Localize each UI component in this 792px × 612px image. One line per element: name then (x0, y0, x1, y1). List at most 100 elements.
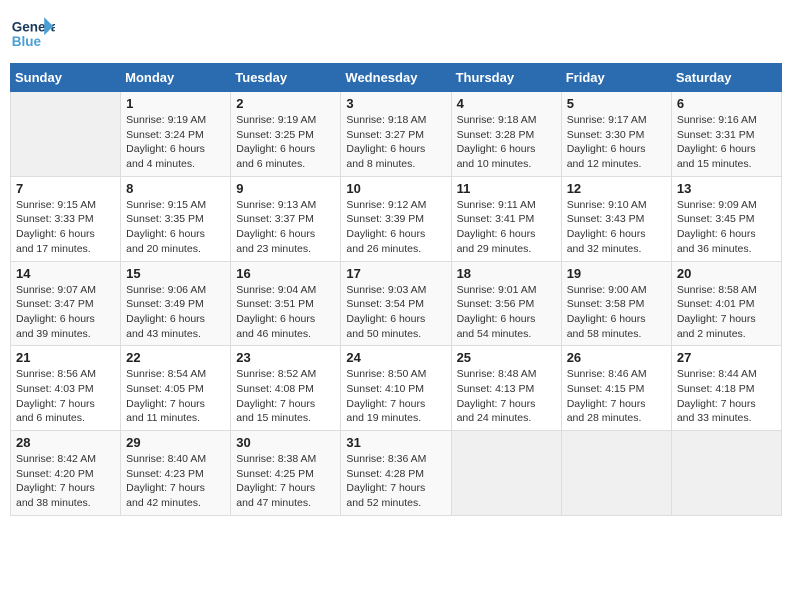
day-number: 15 (126, 266, 225, 281)
day-number: 13 (677, 181, 776, 196)
day-number: 26 (567, 350, 666, 365)
day-cell: 10 Sunrise: 9:12 AMSunset: 3:39 PMDayligh… (341, 176, 451, 261)
logo-icon: General Blue (10, 10, 55, 55)
day-cell: 23 Sunrise: 8:52 AMSunset: 4:08 PMDayligh… (231, 346, 341, 431)
day-info: Sunrise: 8:42 AMSunset: 4:20 PMDaylight:… (16, 452, 115, 511)
day-cell (11, 92, 121, 177)
day-info: Sunrise: 8:52 AMSunset: 4:08 PMDaylight:… (236, 367, 335, 426)
day-info: Sunrise: 8:54 AMSunset: 4:05 PMDaylight:… (126, 367, 225, 426)
day-info: Sunrise: 9:00 AMSunset: 3:58 PMDaylight:… (567, 283, 666, 342)
day-info: Sunrise: 9:12 AMSunset: 3:39 PMDaylight:… (346, 198, 445, 257)
day-number: 12 (567, 181, 666, 196)
day-info: Sunrise: 9:15 AMSunset: 3:33 PMDaylight:… (16, 198, 115, 257)
day-number: 25 (457, 350, 556, 365)
day-number: 30 (236, 435, 335, 450)
day-number: 22 (126, 350, 225, 365)
day-cell: 12 Sunrise: 9:10 AMSunset: 3:43 PMDayligh… (561, 176, 671, 261)
day-cell: 1Sunrise: 9:19 AMSunset: 3:24 PMDaylight… (121, 92, 231, 177)
day-number: 9 (236, 181, 335, 196)
day-cell: 5 Sunrise: 9:17 AMSunset: 3:30 PMDaylight… (561, 92, 671, 177)
day-cell: 14 Sunrise: 9:07 AMSunset: 3:47 PMDayligh… (11, 261, 121, 346)
day-number: 1 (126, 96, 225, 111)
day-info: Sunrise: 9:03 AMSunset: 3:54 PMDaylight:… (346, 283, 445, 342)
week-row-5: 28Sunrise: 8:42 AMSunset: 4:20 PMDayligh… (11, 431, 782, 516)
day-info: Sunrise: 8:58 AMSunset: 4:01 PMDaylight:… (677, 283, 776, 342)
day-info: Sunrise: 8:38 AMSunset: 4:25 PMDaylight:… (236, 452, 335, 511)
svg-text:Blue: Blue (12, 34, 42, 49)
day-cell (451, 431, 561, 516)
day-cell: 21 Sunrise: 8:56 AMSunset: 4:03 PMDayligh… (11, 346, 121, 431)
day-cell: 4Sunrise: 9:18 AMSunset: 3:28 PMDaylight… (451, 92, 561, 177)
day-number: 5 (567, 96, 666, 111)
weekday-header-row: SundayMondayTuesdayWednesdayThursdayFrid… (11, 64, 782, 92)
day-number: 29 (126, 435, 225, 450)
day-info: Sunrise: 8:56 AMSunset: 4:03 PMDaylight:… (16, 367, 115, 426)
day-info: Sunrise: 9:09 AMSunset: 3:45 PMDaylight:… (677, 198, 776, 257)
day-cell (671, 431, 781, 516)
day-info: Sunrise: 9:16 AMSunset: 3:31 PMDaylight:… (677, 113, 776, 172)
week-row-2: 7 Sunrise: 9:15 AMSunset: 3:33 PMDaylight… (11, 176, 782, 261)
day-info: Sunrise: 8:40 AMSunset: 4:23 PMDaylight:… (126, 452, 225, 511)
day-cell: 6 Sunrise: 9:16 AMSunset: 3:31 PMDaylight… (671, 92, 781, 177)
day-cell: 19 Sunrise: 9:00 AMSunset: 3:58 PMDayligh… (561, 261, 671, 346)
day-cell: 15 Sunrise: 9:06 AMSunset: 3:49 PMDayligh… (121, 261, 231, 346)
day-number: 20 (677, 266, 776, 281)
day-info: Sunrise: 9:06 AMSunset: 3:49 PMDaylight:… (126, 283, 225, 342)
day-cell: 7 Sunrise: 9:15 AMSunset: 3:33 PMDaylight… (11, 176, 121, 261)
day-info: Sunrise: 9:17 AMSunset: 3:30 PMDaylight:… (567, 113, 666, 172)
day-number: 16 (236, 266, 335, 281)
weekday-header-monday: Monday (121, 64, 231, 92)
day-cell: 17 Sunrise: 9:03 AMSunset: 3:54 PMDayligh… (341, 261, 451, 346)
day-info: Sunrise: 8:44 AMSunset: 4:18 PMDaylight:… (677, 367, 776, 426)
day-info: Sunrise: 9:10 AMSunset: 3:43 PMDaylight:… (567, 198, 666, 257)
day-number: 2 (236, 96, 335, 111)
day-number: 23 (236, 350, 335, 365)
day-number: 17 (346, 266, 445, 281)
day-cell: 13 Sunrise: 9:09 AMSunset: 3:45 PMDayligh… (671, 176, 781, 261)
day-number: 19 (567, 266, 666, 281)
day-cell: 22 Sunrise: 8:54 AMSunset: 4:05 PMDayligh… (121, 346, 231, 431)
day-number: 4 (457, 96, 556, 111)
weekday-header-thursday: Thursday (451, 64, 561, 92)
day-number: 27 (677, 350, 776, 365)
day-number: 6 (677, 96, 776, 111)
day-cell: 29 Sunrise: 8:40 AMSunset: 4:23 PMDayligh… (121, 431, 231, 516)
logo: General Blue (10, 10, 55, 55)
day-number: 21 (16, 350, 115, 365)
day-cell: 16 Sunrise: 9:04 AMSunset: 3:51 PMDayligh… (231, 261, 341, 346)
page-header: General Blue (10, 10, 782, 55)
weekday-header-saturday: Saturday (671, 64, 781, 92)
week-row-4: 21 Sunrise: 8:56 AMSunset: 4:03 PMDayligh… (11, 346, 782, 431)
day-cell: 9Sunrise: 9:13 AMSunset: 3:37 PMDaylight… (231, 176, 341, 261)
weekday-header-wednesday: Wednesday (341, 64, 451, 92)
day-number: 31 (346, 435, 445, 450)
day-number: 10 (346, 181, 445, 196)
day-cell: 24 Sunrise: 8:50 AMSunset: 4:10 PMDayligh… (341, 346, 451, 431)
day-number: 3 (346, 96, 445, 111)
day-cell: 3 Sunrise: 9:18 AMSunset: 3:27 PMDaylight… (341, 92, 451, 177)
day-number: 7 (16, 181, 115, 196)
day-cell: 18 Sunrise: 9:01 AMSunset: 3:56 PMDayligh… (451, 261, 561, 346)
day-info: Sunrise: 9:19 AMSunset: 3:25 PMDaylight:… (236, 113, 335, 172)
day-number: 24 (346, 350, 445, 365)
weekday-header-tuesday: Tuesday (231, 64, 341, 92)
day-info: Sunrise: 8:50 AMSunset: 4:10 PMDaylight:… (346, 367, 445, 426)
day-info: Sunrise: 9:11 AMSunset: 3:41 PMDaylight:… (457, 198, 556, 257)
day-cell (561, 431, 671, 516)
day-number: 18 (457, 266, 556, 281)
day-cell: 28Sunrise: 8:42 AMSunset: 4:20 PMDayligh… (11, 431, 121, 516)
day-cell: 30 Sunrise: 8:38 AMSunset: 4:25 PMDayligh… (231, 431, 341, 516)
day-info: Sunrise: 9:01 AMSunset: 3:56 PMDaylight:… (457, 283, 556, 342)
day-number: 8 (126, 181, 225, 196)
day-info: Sunrise: 9:15 AMSunset: 3:35 PMDaylight:… (126, 198, 225, 257)
day-cell: 31Sunrise: 8:36 AMSunset: 4:28 PMDayligh… (341, 431, 451, 516)
day-info: Sunrise: 9:18 AMSunset: 3:27 PMDaylight:… (346, 113, 445, 172)
day-cell: 25Sunrise: 8:48 AMSunset: 4:13 PMDayligh… (451, 346, 561, 431)
calendar-table: SundayMondayTuesdayWednesdayThursdayFrid… (10, 63, 782, 516)
weekday-header-sunday: Sunday (11, 64, 121, 92)
day-number: 14 (16, 266, 115, 281)
day-info: Sunrise: 9:07 AMSunset: 3:47 PMDaylight:… (16, 283, 115, 342)
day-info: Sunrise: 9:04 AMSunset: 3:51 PMDaylight:… (236, 283, 335, 342)
day-cell: 20 Sunrise: 8:58 AMSunset: 4:01 PMDayligh… (671, 261, 781, 346)
week-row-1: 1Sunrise: 9:19 AMSunset: 3:24 PMDaylight… (11, 92, 782, 177)
